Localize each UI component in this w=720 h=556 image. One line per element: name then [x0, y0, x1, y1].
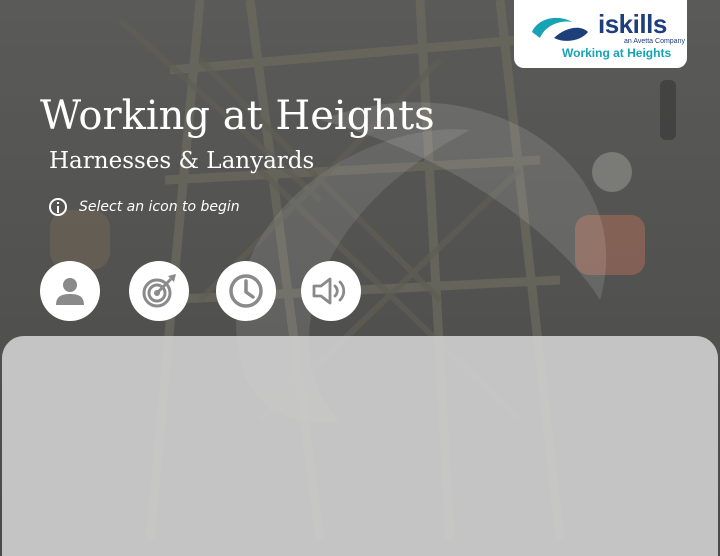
person-icon [56, 278, 84, 305]
speaker-icon [312, 277, 346, 305]
duration-button[interactable] [216, 261, 276, 321]
instruction-row: Select an icon to begin [49, 196, 240, 218]
logo-course-name: Working at Heights [562, 46, 672, 60]
instruction-text: Select an icon to begin [79, 199, 240, 215]
logo-card: iskills an Avetta Company Working at Hei… [514, 0, 687, 68]
info-icon [49, 198, 67, 216]
page-subtitle: Harnesses & Lanyards [49, 148, 315, 174]
iskills-logo-mark [532, 17, 588, 41]
objectives-button[interactable] [129, 261, 189, 321]
page-title: Working at Heights [40, 93, 435, 139]
audio-button[interactable] [301, 261, 361, 321]
clock-icon [229, 274, 263, 308]
logo-brand-name: iskills [598, 9, 667, 39]
content-panel [2, 336, 718, 556]
profile-button[interactable] [40, 261, 100, 321]
target-icon [142, 274, 176, 308]
logo-tagline: an Avetta Company [624, 38, 685, 45]
